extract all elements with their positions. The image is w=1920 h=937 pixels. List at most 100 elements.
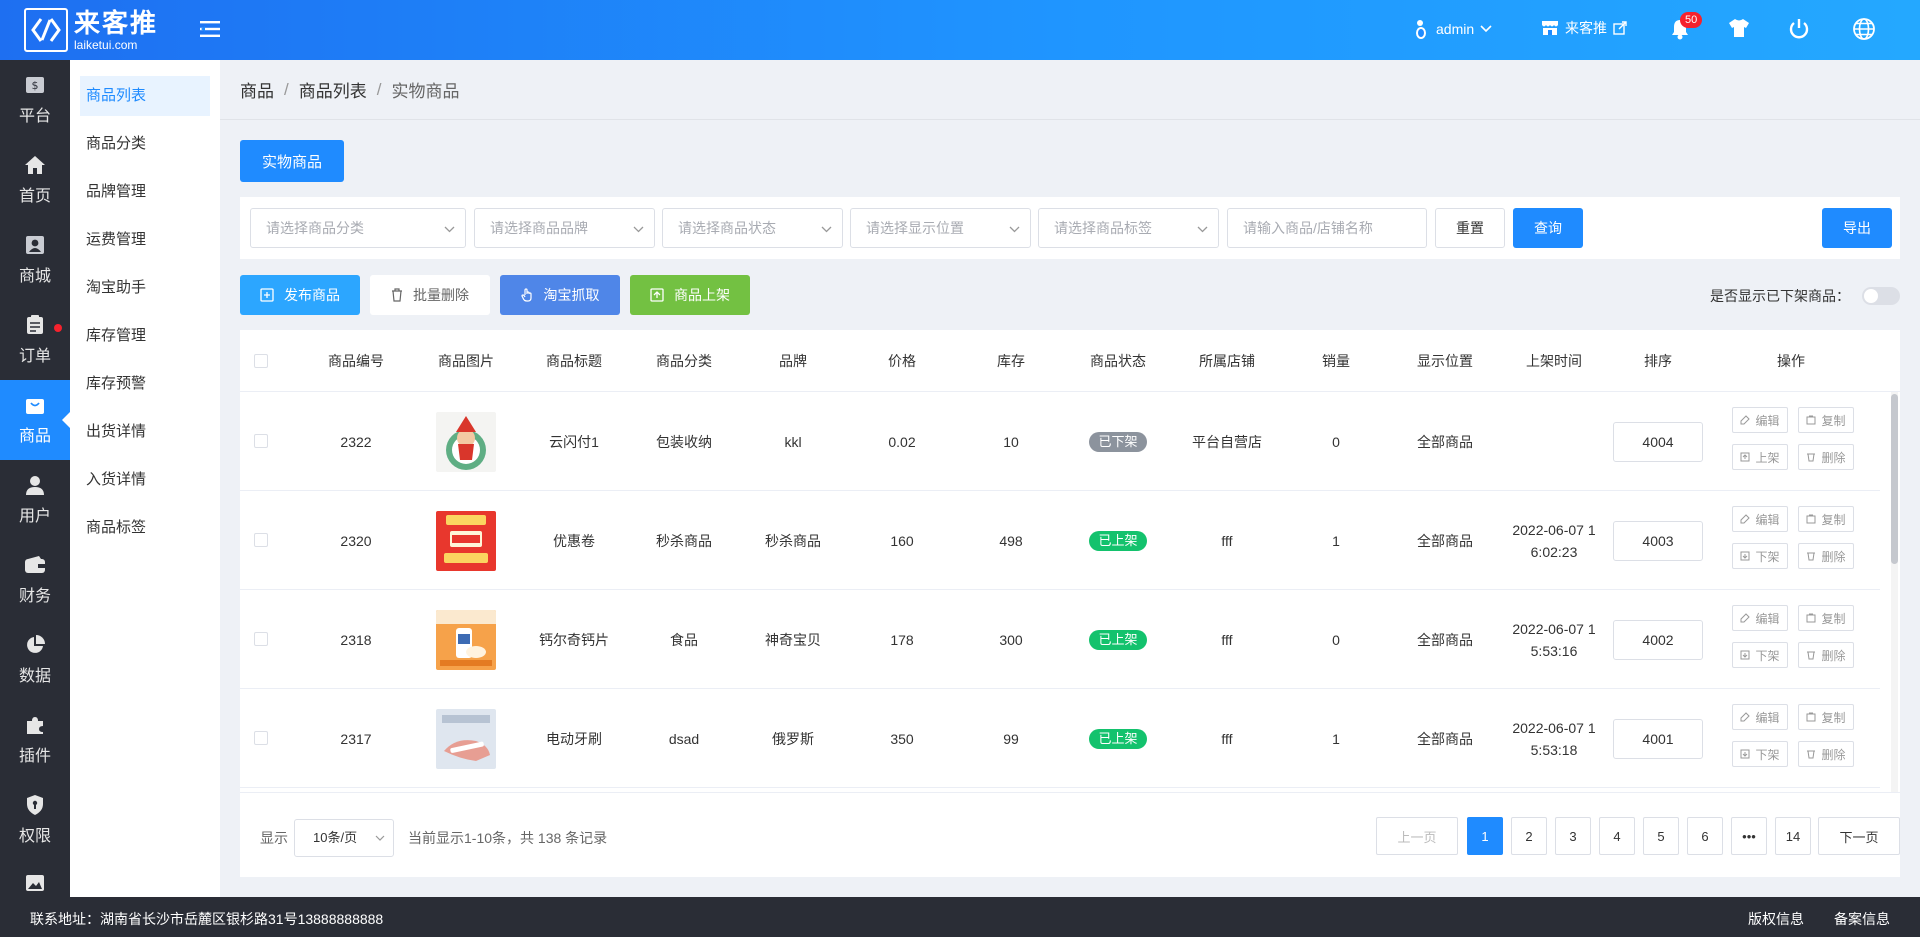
nav-platform[interactable]: $ 平台 <box>0 60 70 140</box>
subnav-product-tags[interactable]: 商品标签 <box>80 508 210 548</box>
page-button[interactable]: 4 <box>1599 817 1635 855</box>
page-button[interactable]: 5 <box>1643 817 1679 855</box>
copyright-link[interactable]: 版权信息 <box>1748 909 1804 929</box>
copy-button[interactable]: 复制 <box>1798 704 1854 730</box>
breadcrumb-item[interactable]: 商品 <box>240 77 274 102</box>
chevron-down-icon <box>375 820 385 856</box>
theme-shirt-icon[interactable] <box>1728 18 1750 41</box>
trash-icon <box>1806 551 1816 561</box>
page-button[interactable]: 3 <box>1555 817 1591 855</box>
edit-button[interactable]: 编辑 <box>1732 605 1788 631</box>
page-button[interactable]: 1 <box>1467 817 1503 855</box>
delete-button[interactable]: 删除 <box>1798 741 1854 767</box>
breadcrumb-item[interactable]: 商品列表 <box>299 77 367 102</box>
page-button[interactable]: 2 <box>1511 817 1547 855</box>
page-button[interactable]: 14 <box>1775 817 1811 855</box>
nav-home[interactable]: 首页 <box>0 140 70 220</box>
nav-data[interactable]: 数据 <box>0 620 70 700</box>
subnav-taobao-helper[interactable]: 淘宝助手 <box>80 268 210 308</box>
subnav-inventory[interactable]: 库存管理 <box>80 316 210 356</box>
logo[interactable]: 来客推 laiketui.com <box>24 8 158 52</box>
nav-orders[interactable]: 订单 <box>0 300 70 380</box>
store-link[interactable]: 来客推 <box>1541 18 1627 38</box>
row-checkbox[interactable] <box>254 731 268 745</box>
icp-link[interactable]: 备案信息 <box>1834 909 1890 929</box>
tag-select[interactable]: 请选择商品标签 <box>1038 208 1219 248</box>
position-select[interactable]: 请选择显示位置 <box>850 208 1031 248</box>
query-button[interactable]: 查询 <box>1513 208 1583 248</box>
hand-pointer-icon <box>520 288 534 302</box>
delete-button[interactable]: 删除 <box>1798 543 1854 569</box>
prev-page-button[interactable]: 上一页 <box>1376 817 1458 855</box>
subnav-outbound[interactable]: 出货详情 <box>80 412 210 452</box>
copy-button[interactable]: 复制 <box>1798 506 1854 532</box>
sort-input[interactable]: 4004 <box>1613 421 1703 462</box>
brand-select[interactable]: 请选择商品品牌 <box>474 208 655 248</box>
shelve-up-button[interactable]: 上架 <box>1732 444 1788 470</box>
shelve-down-button[interactable]: 下架 <box>1732 543 1788 569</box>
sort-input[interactable]: 4003 <box>1613 520 1703 561</box>
subnav-stock-alert[interactable]: 库存预警 <box>80 364 210 404</box>
cell-image[interactable] <box>411 689 521 788</box>
globe-icon[interactable] <box>1852 17 1876 44</box>
edit-icon <box>1740 613 1751 623</box>
shelve-down-button[interactable]: 下架 <box>1732 741 1788 767</box>
nav-finance[interactable]: 财务 <box>0 540 70 620</box>
nav-users[interactable]: 用户 <box>0 460 70 540</box>
subnav-product-list[interactable]: 商品列表 <box>80 76 210 116</box>
cell-image[interactable] <box>411 491 521 590</box>
page-button[interactable]: 6 <box>1687 817 1723 855</box>
subnav-shipping[interactable]: 运费管理 <box>80 220 210 260</box>
copy-button[interactable]: 复制 <box>1798 605 1854 631</box>
taobao-fetch-button[interactable]: 淘宝抓取 <box>500 275 620 315</box>
power-icon[interactable] <box>1788 18 1810 43</box>
page-ellipsis[interactable]: ••• <box>1731 817 1767 855</box>
next-page-button[interactable]: 下一页 <box>1818 817 1900 855</box>
row-checkbox[interactable] <box>254 434 268 448</box>
shelve-down-button[interactable]: 下架 <box>1732 642 1788 668</box>
cell-image[interactable] <box>411 392 521 491</box>
subnav-product-category[interactable]: 商品分类 <box>80 124 210 164</box>
delete-button[interactable]: 删除 <box>1798 642 1854 668</box>
cell-image[interactable] <box>411 590 521 689</box>
edit-button[interactable]: 编辑 <box>1732 704 1788 730</box>
nav-plugins[interactable]: 插件 <box>0 700 70 780</box>
row-checkbox[interactable] <box>254 632 268 646</box>
export-button[interactable]: 导出 <box>1822 208 1892 248</box>
category-select[interactable]: 请选择商品分类 <box>250 208 466 248</box>
nav-products[interactable]: 商品 <box>0 380 70 460</box>
edit-button[interactable]: 编辑 <box>1732 407 1788 433</box>
product-shelve-button[interactable]: 商品上架 <box>630 275 750 315</box>
sort-input[interactable]: 4001 <box>1613 718 1703 759</box>
notification-bell[interactable]: 50 <box>1670 12 1703 40</box>
keyword-input[interactable]: 请输入商品/店铺名称 <box>1227 208 1427 248</box>
user-menu[interactable]: admin <box>1414 18 1492 40</box>
menu-toggle-icon[interactable] <box>198 17 222 41</box>
cell-ops: 编辑 复制 下架 删除 <box>1732 704 1872 774</box>
copy-button[interactable]: 复制 <box>1798 407 1854 433</box>
nav-permissions[interactable]: 权限 <box>0 780 70 860</box>
select-all-checkbox[interactable] <box>254 354 268 368</box>
table-scrollbar[interactable] <box>1891 392 1898 792</box>
delete-button[interactable]: 删除 <box>1798 444 1854 470</box>
row-checkbox[interactable] <box>254 533 268 547</box>
col-header: 商品图片 <box>438 353 494 369</box>
nav-shop[interactable]: 商城 <box>0 220 70 300</box>
show-offshelf-toggle[interactable] <box>1862 287 1900 305</box>
subnav-brand[interactable]: 品牌管理 <box>80 172 210 212</box>
cell-brand: 秒杀商品 <box>765 532 821 549</box>
status-badge: 已上架 <box>1089 530 1147 551</box>
page-size-select[interactable]: 10条/页 <box>294 819 394 857</box>
status-select[interactable]: 请选择商品状态 <box>662 208 843 248</box>
subnav-inbound[interactable]: 入货详情 <box>80 460 210 500</box>
copy-icon <box>1806 712 1816 722</box>
pagination-summary: 当前显示1-10条，共 138 条记录 <box>408 830 608 846</box>
cell-ops: 编辑 复制 下架 删除 <box>1732 605 1872 675</box>
tab-physical-goods[interactable]: 实物商品 <box>240 140 344 182</box>
edit-button[interactable]: 编辑 <box>1732 506 1788 532</box>
scrollbar-thumb[interactable] <box>1891 394 1898 564</box>
batch-delete-button[interactable]: 批量删除 <box>370 275 490 315</box>
publish-product-button[interactable]: 发布商品 <box>240 275 360 315</box>
sort-input[interactable]: 4002 <box>1613 619 1703 660</box>
reset-button[interactable]: 重置 <box>1435 208 1505 248</box>
